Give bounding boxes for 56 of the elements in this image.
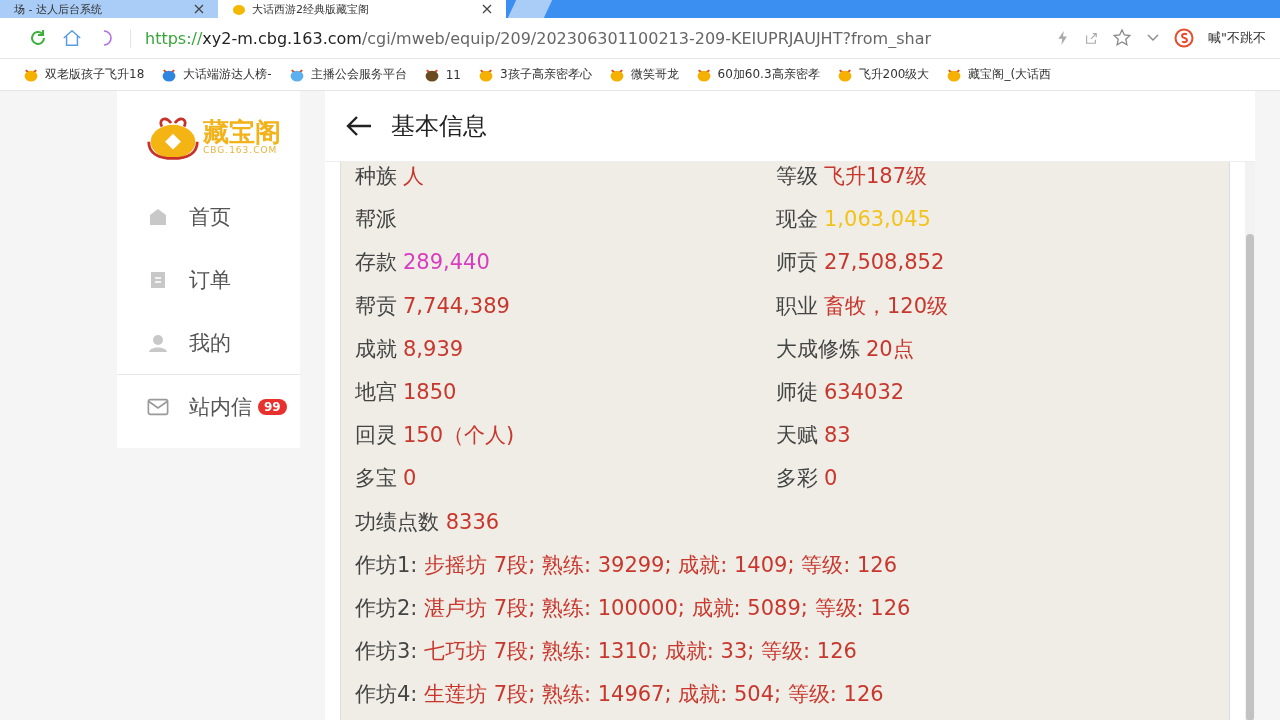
info-field: 多彩 0 <box>776 457 1215 501</box>
nav-item[interactable]: 首页 <box>117 185 300 248</box>
logo-subtitle: CBG.163.COM <box>203 145 278 155</box>
search-field[interactable]: 喊"不跳不 <box>1208 29 1266 47</box>
bookmark[interactable]: 微笑哥龙 <box>607 66 679 83</box>
info-field: 现金 1,063,045 <box>776 198 1215 242</box>
search-engine-icon[interactable] <box>1174 28 1194 48</box>
info-field: 帮贡 7,744,389 <box>355 284 776 328</box>
browser-tab[interactable]: 大话西游2经典版藏宝阁 <box>218 0 506 18</box>
info-field: 作坊1: 步摇坊 7段; 熟练: 39299; 成就: 1409; 等级: 126 <box>355 543 1215 587</box>
reload-icon[interactable] <box>28 28 48 48</box>
logo-text: 藏宝阁 <box>203 119 281 145</box>
info-field: 作坊2: 湛卢坊 7段; 熟练: 100000; 成就: 5089; 等级: 126 <box>355 586 1215 631</box>
info-field: 天赋 83 <box>776 414 1215 458</box>
count-badge: 99 <box>258 398 287 415</box>
info-field: 大成修炼 20点 <box>776 327 1215 371</box>
info-field: 作坊4: 生莲坊 7段; 熟练: 14967; 成就: 504; 等级: 126 <box>355 673 1215 717</box>
info-field: 种族 人 <box>355 162 776 199</box>
bookmark[interactable]: 飞升200级大 <box>835 66 930 83</box>
close-icon[interactable] <box>194 4 204 14</box>
bookmark[interactable]: 主播公会服务平台 <box>287 66 407 83</box>
info-field: 师贡 27,508,852 <box>776 241 1215 285</box>
info-field: 职业 畜牧，120级 <box>776 284 1215 328</box>
info-field: 存款 289,440 <box>355 241 776 285</box>
scrollbar[interactable] <box>1245 162 1255 720</box>
bookmark[interactable]: 大话端游达人榜- <box>160 66 272 83</box>
info-field: 回灵 150（个人) <box>355 414 776 458</box>
bookmark[interactable]: 60加60.3高亲密孝 <box>694 66 820 83</box>
bookmark[interactable]: 藏宝阁_(大话西 <box>945 66 1052 83</box>
info-field: 帮派 <box>355 198 776 242</box>
address-field[interactable]: https://xy2-m.cbg.163.com/cgi/mweb/equip/209/202306301100213-209-KEIUPRJAUJHT?from_shar <box>130 28 1042 48</box>
close-icon[interactable] <box>482 4 492 14</box>
browser-tab[interactable]: 场 - 达人后台系统 <box>0 0 218 18</box>
bookmark[interactable]: 11 <box>422 67 461 82</box>
bookmark[interactable]: 3孩子高亲密孝心 <box>476 66 592 83</box>
info-field: 地宫 1850 <box>355 370 776 415</box>
house-icon <box>147 206 169 227</box>
person-icon <box>147 332 169 353</box>
back-arrow-icon[interactable] <box>345 114 373 138</box>
info-field: 作坊3: 七巧坊 7段; 熟练: 1310; 成就: 33; 等级: 126 <box>355 630 1215 674</box>
new-tab-button[interactable] <box>507 0 553 18</box>
bookmark[interactable]: 双老版孩子飞升18 <box>22 66 145 83</box>
page-title: 基本信息 <box>391 111 487 142</box>
nav-item[interactable]: 我的 <box>117 311 300 374</box>
info-field: 等级 飞升187级 <box>776 162 1215 199</box>
nav-item[interactable]: 站内信 99 <box>117 375 300 438</box>
info-field: 成就 8,939 <box>355 327 776 371</box>
home-icon[interactable] <box>62 28 82 48</box>
info-field: 功绩点数 8336 <box>355 500 1215 544</box>
lightning-icon[interactable] <box>1056 31 1070 45</box>
info-field: 师徒 634032 <box>776 370 1215 415</box>
star-icon[interactable] <box>1112 28 1132 48</box>
info-field: 多宝 0 <box>355 457 776 501</box>
nav-item[interactable]: 订单 <box>117 248 300 311</box>
envelope-icon <box>147 396 169 417</box>
share-icon[interactable] <box>1084 31 1098 45</box>
